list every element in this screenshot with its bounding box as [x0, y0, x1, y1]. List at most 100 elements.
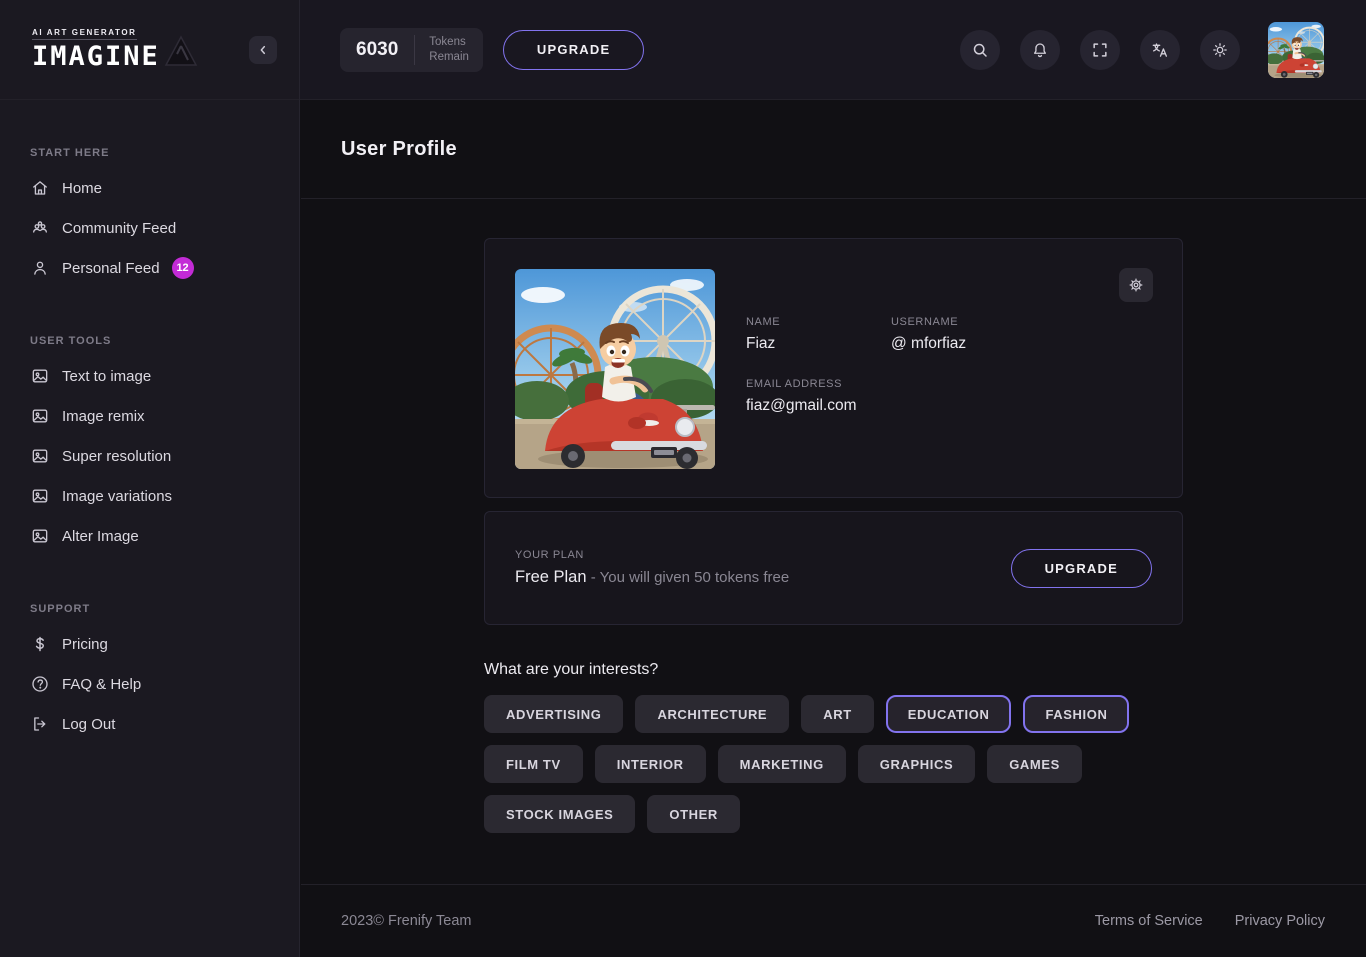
- interests-question: What are your interests?: [484, 661, 659, 678]
- profile-fields: NAME Fiaz USERNAME @ mforfiaz EMAIL ADDR…: [746, 269, 966, 467]
- email-label: EMAIL ADDRESS: [746, 378, 843, 390]
- translate-icon: [1150, 40, 1170, 60]
- interest-chip-education[interactable]: EDUCATION: [885, 695, 1012, 733]
- plan-info: YOUR PLAN Free Plan - You will given 50 …: [515, 549, 789, 587]
- sidebar-item-personal-feed[interactable]: Personal Feed 12: [30, 248, 269, 288]
- sidebar-item-log-out[interactable]: Log Out: [30, 704, 269, 744]
- plan-card: YOUR PLAN Free Plan - You will given 50 …: [484, 511, 1183, 625]
- interest-chip-games[interactable]: GAMES: [987, 745, 1082, 783]
- sidebar-section-label-user-tools: USER TOOLS: [30, 335, 112, 347]
- page-title: User Profile: [341, 138, 457, 160]
- brand-tagline: AI ART GENERATOR: [32, 28, 137, 40]
- topbar: 6030 Tokens Remain UPGRADE: [300, 0, 1366, 100]
- sidebar-section-label-start-here: START HERE: [30, 147, 110, 159]
- dollar-icon: [30, 634, 50, 654]
- footer-links: Terms of Service Privacy Policy: [1095, 913, 1325, 929]
- profile-settings-button[interactable]: [1119, 268, 1153, 302]
- sidebar-item-label: FAQ & Help: [62, 675, 142, 693]
- interest-chip-other[interactable]: OTHER: [647, 795, 740, 833]
- sidebar-item-label: Home: [62, 179, 103, 197]
- interest-chips: ADVERTISING ARCHITECTURE ART EDUCATION FASHI…: [484, 695, 1183, 833]
- sidebar-item-text-to-image[interactable]: Text to image: [30, 356, 269, 396]
- translate-button[interactable]: [1140, 29, 1180, 70]
- chip-row: STOCK IMAGES OTHER: [484, 795, 1183, 833]
- topbar-icon-buttons: [960, 29, 1240, 70]
- brightness-button[interactable]: [1200, 29, 1240, 70]
- profile-email-field: EMAIL ADDRESS fiaz@gmail.com: [746, 378, 966, 415]
- page-title-band: User Profile: [301, 101, 1366, 199]
- upgrade-button[interactable]: UPGRADE: [502, 29, 645, 70]
- profile-username-field: USERNAME @ mforfiaz: [891, 316, 966, 353]
- plan-label: YOUR PLAN: [515, 549, 584, 561]
- sidebar-item-label: Alter Image: [62, 527, 139, 545]
- notifications-button[interactable]: [1020, 29, 1060, 70]
- sidebar-section-label-support: SUPPORT: [30, 603, 91, 615]
- sidebar-item-label: Community Feed: [62, 219, 177, 237]
- plan-description: - You will given 50 tokens free: [586, 569, 790, 586]
- interest-chip-graphics[interactable]: GRAPHICS: [857, 745, 976, 783]
- plan-upgrade-button[interactable]: UPGRADE: [1010, 548, 1152, 588]
- tokens-label: Tokens Remain: [429, 35, 469, 63]
- interest-chip-architecture[interactable]: ARCHITECTURE: [635, 695, 790, 733]
- plan-name: Free Plan: [515, 568, 587, 586]
- question-icon: [30, 674, 50, 694]
- main-content: User Profile NAME Fiaz USERNAME @ mforfi…: [301, 101, 1366, 957]
- image-icon: [30, 406, 50, 426]
- interest-chip-advertising[interactable]: ADVERTISING: [484, 695, 624, 733]
- fullscreen-button[interactable]: [1080, 29, 1120, 70]
- brand-name: IMAGINE: [32, 40, 160, 72]
- search-icon: [970, 40, 990, 60]
- sidebar-item-alter-image[interactable]: Alter Image: [30, 516, 269, 556]
- image-icon: [30, 526, 50, 546]
- tokens-counter: 6030 Tokens Remain: [340, 27, 483, 72]
- footer-link-privacy[interactable]: Privacy Policy: [1235, 913, 1325, 929]
- interest-chip-interior[interactable]: INTERIOR: [594, 745, 706, 783]
- user-avatar[interactable]: [1268, 22, 1324, 78]
- notification-count-badge: 12: [171, 257, 194, 279]
- footer-link-terms[interactable]: Terms of Service: [1095, 913, 1203, 929]
- chip-row: FILM TV INTERIOR MARKETING GRAPHICS GAMES: [484, 745, 1183, 783]
- email-value: fiaz@gmail.com: [746, 397, 857, 414]
- home-icon: [30, 178, 50, 198]
- sidebar-nav: START HERE Home Community Feed Personal Fee…: [0, 147, 299, 744]
- chevron-left-icon: [255, 42, 271, 58]
- image-icon: [30, 446, 50, 466]
- sidebar-item-faq-help[interactable]: FAQ & Help: [30, 664, 269, 704]
- interest-chip-art[interactable]: ART: [801, 695, 874, 733]
- sidebar: AI ART GENERATOR IMAGINE START HERE Home C…: [0, 0, 300, 957]
- sidebar-item-super-resolution[interactable]: Super resolution: [30, 436, 269, 476]
- bell-icon: [1030, 40, 1050, 60]
- sidebar-item-label: Personal Feed: [62, 259, 160, 277]
- gear-icon: [1127, 276, 1145, 294]
- interest-chip-film-tv[interactable]: FILM TV: [484, 745, 583, 783]
- person-icon: [30, 258, 50, 278]
- sidebar-item-label: Text to image: [62, 367, 152, 385]
- sidebar-item-pricing[interactable]: Pricing: [30, 624, 269, 664]
- sidebar-item-image-variations[interactable]: Image variations: [30, 476, 269, 516]
- interest-chip-marketing[interactable]: MARKETING: [717, 745, 846, 783]
- sidebar-item-label: Super resolution: [62, 447, 172, 465]
- image-icon: [30, 486, 50, 506]
- username-value: @ mforfiaz: [891, 335, 967, 352]
- sidebar-collapse-button[interactable]: [249, 36, 277, 64]
- chip-row: ADVERTISING ARCHITECTURE ART EDUCATION FASHI…: [484, 695, 1183, 733]
- sidebar-item-label: Pricing: [62, 635, 108, 653]
- tokens-value: 6030: [356, 38, 399, 60]
- sidebar-item-label: Image variations: [62, 487, 173, 505]
- sidebar-item-home[interactable]: Home: [30, 168, 269, 208]
- profile-name-field: NAME Fiaz: [746, 316, 891, 353]
- profile-image: [515, 269, 715, 469]
- search-button[interactable]: [960, 29, 1000, 70]
- sidebar-item-community-feed[interactable]: Community Feed: [30, 208, 269, 248]
- name-value: Fiaz: [746, 335, 776, 352]
- brightness-icon: [1210, 40, 1230, 60]
- sidebar-item-label: Log Out: [62, 715, 116, 733]
- footer: 2023© Frenify Team Terms of Service Priv…: [301, 884, 1366, 957]
- image-icon: [30, 366, 50, 386]
- sidebar-item-image-remix[interactable]: Image remix: [30, 396, 269, 436]
- interest-chip-fashion[interactable]: FASHION: [1023, 695, 1130, 733]
- interest-chip-stock-images[interactable]: STOCK IMAGES: [484, 795, 636, 833]
- brand-triangle-icon: [164, 34, 198, 73]
- name-label: NAME: [746, 316, 781, 328]
- sidebar-item-label: Image remix: [62, 407, 145, 425]
